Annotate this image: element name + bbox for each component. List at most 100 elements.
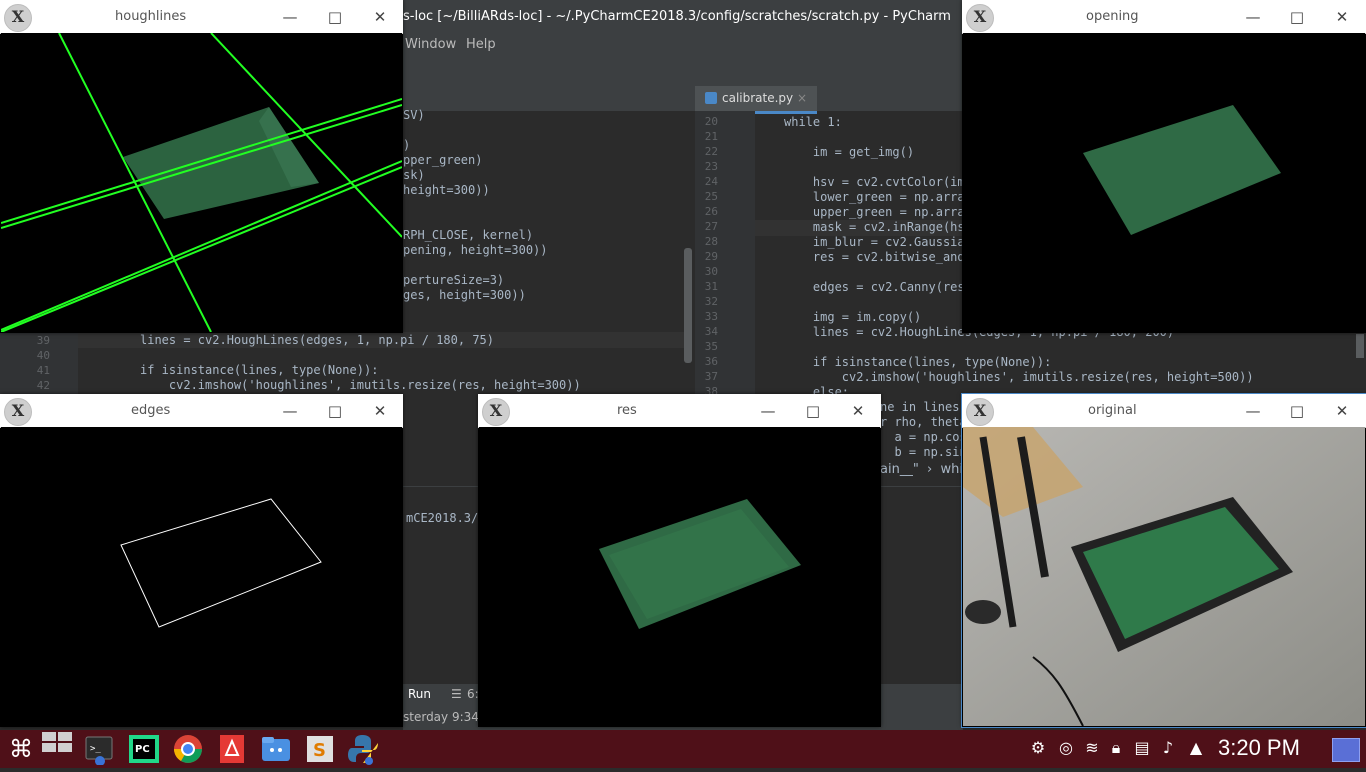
code-line: cv2.imshow('houghlines', imutils.resize(… <box>140 378 581 392</box>
code-line: upper_green = np.array <box>784 205 972 219</box>
minimize-icon[interactable]: — <box>280 401 300 421</box>
window-titlebar[interactable]: X houghlines — □ ✕ <box>0 0 403 34</box>
houghlines-canvas <box>1 33 402 332</box>
status-text: sterday 9:34 <box>403 710 479 724</box>
minimize-icon[interactable]: — <box>280 7 300 27</box>
arrow-up-icon[interactable]: ▲ <box>1186 738 1206 758</box>
menu-window[interactable]: Window <box>405 37 456 52</box>
line-number: 29 <box>704 250 718 263</box>
left-editor[interactable]: SV) ) pper_green) sk) height=300)) RPH_C… <box>403 108 683 308</box>
line-number: 42 <box>36 379 50 392</box>
window-title: edges <box>131 403 171 418</box>
right-editor-scrollbar[interactable] <box>1356 334 1364 358</box>
sublime-icon[interactable]: S <box>304 733 336 765</box>
todo-tab[interactable]: 6: <box>467 687 479 701</box>
window-titlebar[interactable]: X edges — □ ✕ <box>0 394 403 428</box>
menu-help[interactable]: Help <box>466 37 496 52</box>
line-number: 33 <box>704 310 718 323</box>
python-file-icon <box>705 92 717 104</box>
file-manager-icon[interactable] <box>260 733 292 765</box>
run-tab[interactable]: Run <box>408 687 431 701</box>
workspace-icon <box>42 732 72 752</box>
code-line: lines = cv2.HoughLines(edges, 1, np.pi /… <box>140 333 495 347</box>
settings-icon[interactable]: ⚙ <box>1028 738 1048 758</box>
show-desktop-icon[interactable] <box>1332 738 1360 762</box>
code-line: mask = cv2.inRange(hsv <box>784 220 972 234</box>
run-output: mCE2018.3/c <box>406 511 486 525</box>
close-tab-icon[interactable]: × <box>797 91 807 105</box>
houghlines-image <box>1 33 402 332</box>
chrome-icon[interactable] <box>172 733 204 765</box>
minimize-icon[interactable]: — <box>758 401 778 421</box>
code-line: pper_green) <box>403 153 483 167</box>
line-number: 32 <box>704 295 718 308</box>
opening-image <box>963 33 1365 332</box>
maximize-icon[interactable]: □ <box>325 7 345 27</box>
window-titlebar[interactable]: X original — □ ✕ <box>962 394 1366 428</box>
clipboard-icon[interactable]: ▤ <box>1132 738 1152 758</box>
res-image <box>479 427 880 726</box>
svg-text:>_: >_ <box>90 744 101 754</box>
code-line: ges, height=300)) <box>403 288 526 302</box>
code-line: RPH_CLOSE, kernel) <box>403 228 534 242</box>
breadcrumb[interactable]: ain__" › while <box>880 462 975 477</box>
window-titlebar[interactable]: X res — □ ✕ <box>478 394 881 428</box>
maximize-icon[interactable]: □ <box>325 401 345 421</box>
line-number: 37 <box>704 370 718 383</box>
code-line: im_blur = cv2.Gaussian <box>784 235 972 249</box>
code-line: SV) <box>403 108 425 122</box>
pycharm-icon[interactable]: PC <box>128 733 160 765</box>
line-number: 23 <box>704 160 718 173</box>
edges-canvas <box>1 427 402 726</box>
workspace-switcher[interactable] <box>40 730 74 768</box>
terminal-icon[interactable]: >_ <box>84 733 116 766</box>
maximize-icon[interactable]: □ <box>1287 7 1307 27</box>
x-window-icon: X <box>482 398 510 426</box>
line-number: 31 <box>704 280 718 293</box>
code-line: ne in lines <box>880 400 960 414</box>
code-line: pening, height=300)) <box>403 243 548 257</box>
code-line: height=300)) <box>403 183 490 197</box>
taskbar: ⌘ >_ PC S ⚙ ◎ ≋ 🔒︎ ▤ ♪ ▲ 3:20 PM <box>0 730 1366 768</box>
pdf-reader-icon[interactable] <box>216 733 248 765</box>
code-line: cv2.imshow('houghlines', imutils.resize(… <box>784 370 1254 384</box>
menu-icon[interactable]: ⌘ <box>5 733 37 765</box>
tab-label: calibrate.py <box>722 91 794 105</box>
maximize-icon[interactable]: □ <box>1287 401 1307 421</box>
window-title: opening <box>1086 9 1139 24</box>
close-icon[interactable]: ✕ <box>1332 7 1352 27</box>
code-line: if isinstance(lines, type(None)): <box>140 363 379 377</box>
close-icon[interactable]: ✕ <box>370 7 390 27</box>
lock-icon[interactable]: 🔒︎ <box>1106 738 1126 758</box>
minimize-icon[interactable]: — <box>1243 401 1263 421</box>
res-window: X res — □ ✕ <box>478 394 881 727</box>
opening-canvas <box>963 33 1365 332</box>
line-number: 39 <box>36 334 50 347</box>
volume-icon[interactable]: ♪ <box>1158 738 1178 758</box>
window-titlebar[interactable]: X opening — □ ✕ <box>962 0 1366 34</box>
line-number: 34 <box>704 325 718 338</box>
code-line: hsv = cv2.cvtColor(im <box>784 175 965 189</box>
x-window-icon: X <box>966 398 994 426</box>
maximize-icon[interactable]: □ <box>803 401 823 421</box>
close-icon[interactable]: ✕ <box>1332 401 1352 421</box>
left-editor-lower[interactable]: lines = cv2.HoughLines(edges, 1, np.pi /… <box>140 333 680 397</box>
line-number: 36 <box>704 355 718 368</box>
svg-text:PC: PC <box>135 744 150 755</box>
code-line: while 1: <box>784 115 842 129</box>
tab-calibrate[interactable]: calibrate.py × <box>695 86 817 114</box>
original-image <box>963 427 1365 726</box>
media-icon[interactable]: ◎ <box>1056 738 1076 758</box>
close-icon[interactable]: ✕ <box>370 401 390 421</box>
close-icon[interactable]: ✕ <box>848 401 868 421</box>
line-number: 22 <box>704 145 718 158</box>
original-window: X original — □ ✕ <box>961 393 1366 728</box>
code-line: ) <box>403 138 411 152</box>
minimize-icon[interactable]: — <box>1243 7 1263 27</box>
wifi-icon[interactable]: ≋ <box>1082 738 1102 758</box>
clock[interactable]: 3:20 PM <box>1218 735 1300 761</box>
python-icon[interactable] <box>347 733 379 765</box>
code-line: b = np.sin <box>880 445 964 459</box>
line-number: 27 <box>704 220 718 233</box>
line-number: 35 <box>704 340 718 353</box>
